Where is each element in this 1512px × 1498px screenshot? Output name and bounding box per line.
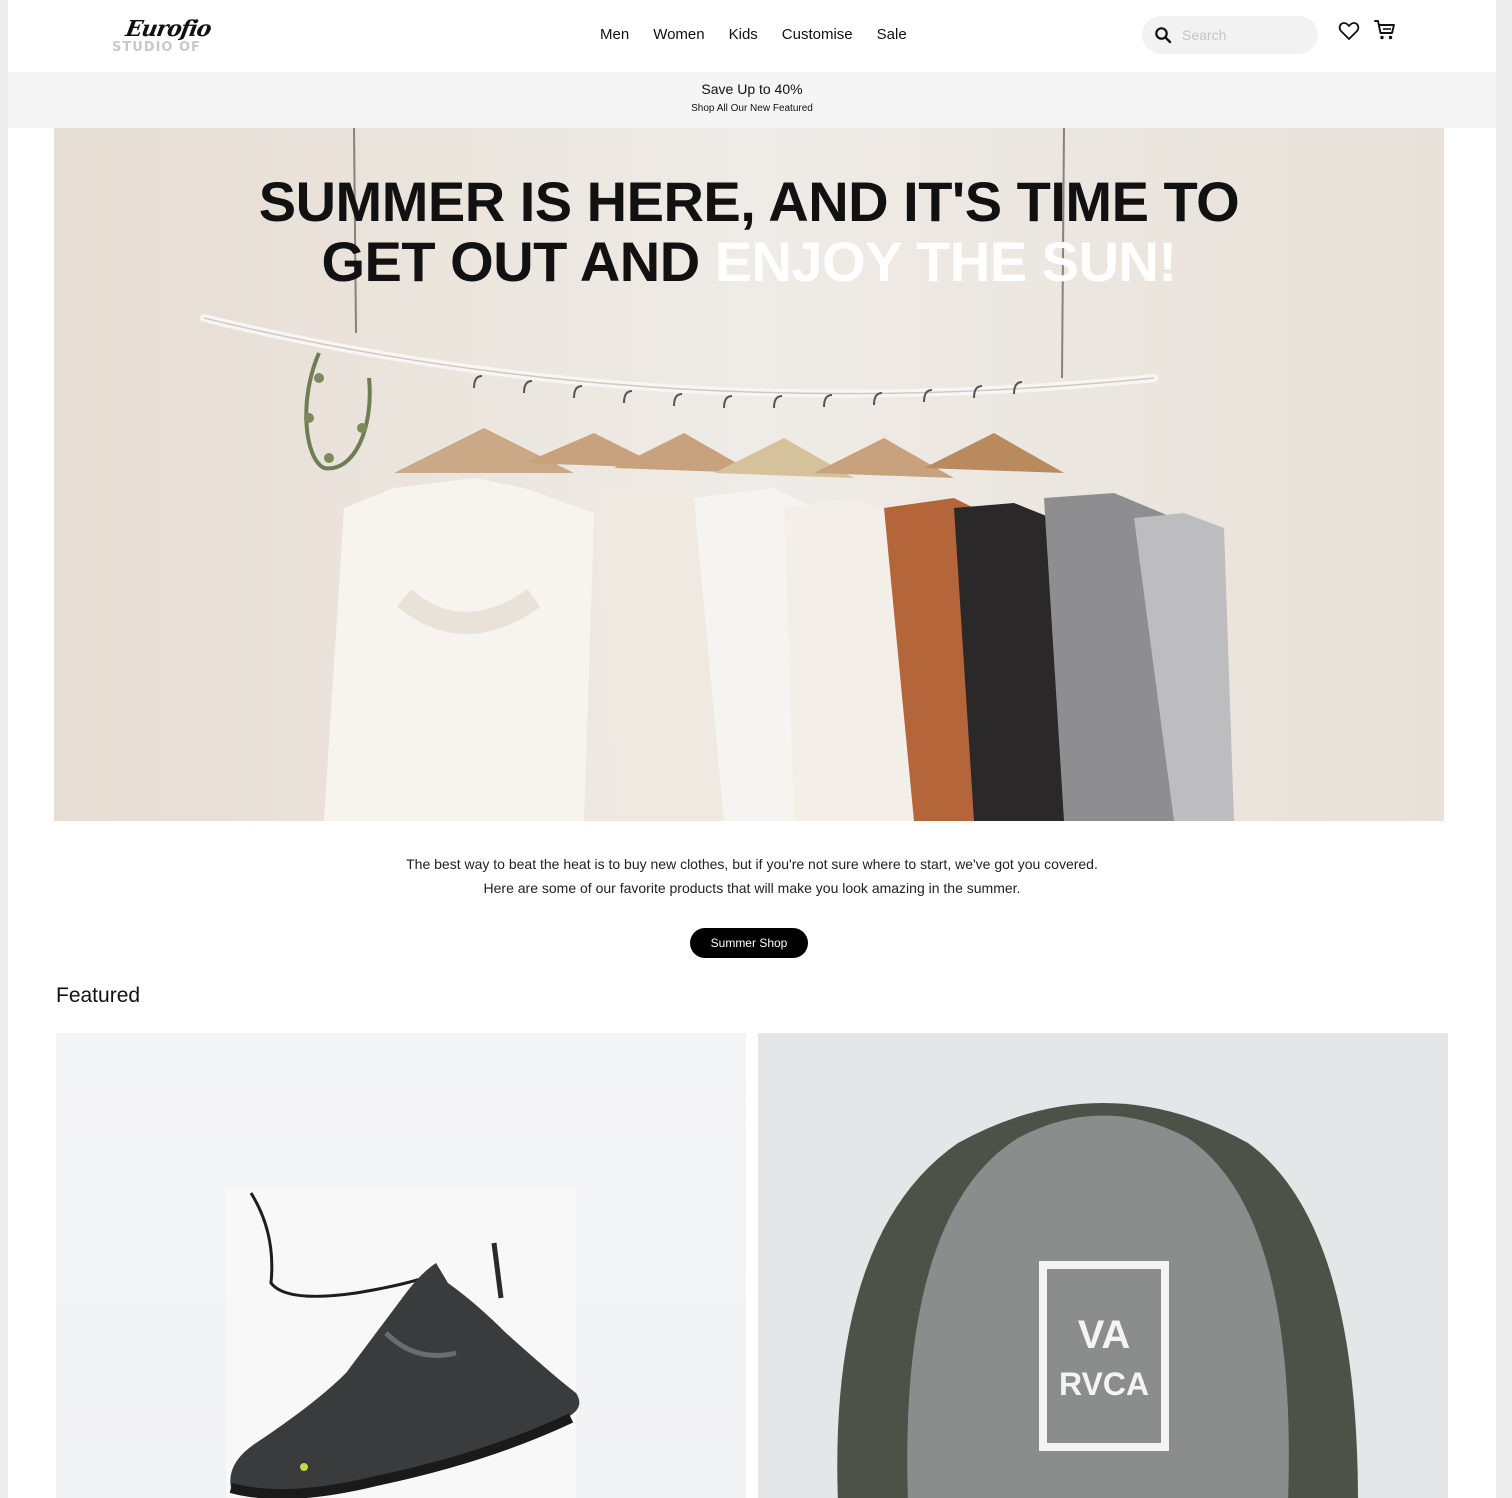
nav-sale[interactable]: Sale bbox=[877, 26, 907, 46]
cart-icon[interactable] bbox=[1373, 18, 1397, 42]
logo-subtitle: STUDIO OF bbox=[112, 40, 201, 55]
page: Eurofio STUDIO OF Men Women Kids Customi… bbox=[8, 0, 1496, 1498]
featured-card-cap[interactable]: VA RVCA bbox=[758, 1033, 1448, 1498]
promo-title: Save Up to 40% bbox=[701, 81, 803, 97]
cap-logo-bottom: RVCA bbox=[1059, 1366, 1149, 1402]
hero-headline-highlight: ENJOY THE SUN! bbox=[714, 230, 1177, 293]
promo-subtitle: Shop All Our New Featured bbox=[691, 103, 813, 114]
hero-headline-line1: SUMMER IS HERE, AND IT'S TIME TO bbox=[258, 170, 1240, 233]
cap-image: VA RVCA bbox=[837, 1103, 1358, 1498]
featured-heading: Featured bbox=[56, 984, 141, 1007]
heart-icon[interactable] bbox=[1338, 20, 1360, 42]
hero-banner: SUMMER IS HERE, AND IT'S TIME TO GET OUT… bbox=[54, 128, 1444, 821]
hero-headline-dark: GET OUT AND bbox=[321, 230, 715, 293]
intro-text: The best way to beat the heat is to buy … bbox=[8, 852, 1496, 900]
sneaker-image bbox=[226, 1188, 580, 1498]
logo-script: Eurofio bbox=[123, 16, 213, 42]
intro-line-1: The best way to beat the heat is to buy … bbox=[406, 856, 1098, 872]
logo[interactable]: Eurofio STUDIO OF bbox=[112, 14, 222, 58]
search-icon[interactable] bbox=[1154, 26, 1172, 44]
cap-logo-top: VA bbox=[1078, 1313, 1131, 1357]
intro-line-2: Here are some of our favorite products t… bbox=[483, 880, 1021, 896]
main-nav: Men Women Kids Customise Sale bbox=[600, 26, 907, 46]
summer-shop-button[interactable]: Summer Shop bbox=[690, 928, 808, 958]
featured-card-sneaker[interactable] bbox=[56, 1033, 746, 1498]
nav-customise[interactable]: Customise bbox=[782, 26, 853, 46]
nav-kids[interactable]: Kids bbox=[729, 26, 758, 46]
promo-banner[interactable]: Save Up to 40% Shop All Our New Featured bbox=[8, 72, 1496, 128]
search-input[interactable] bbox=[1182, 25, 1306, 45]
nav-men[interactable]: Men bbox=[600, 26, 629, 46]
search-box[interactable] bbox=[1142, 16, 1318, 54]
site-header: Eurofio STUDIO OF Men Women Kids Customi… bbox=[8, 0, 1496, 72]
hero-headline: SUMMER IS HERE, AND IT'S TIME TO GET OUT… bbox=[54, 172, 1444, 292]
nav-women[interactable]: Women bbox=[653, 26, 704, 46]
hero-headline-line2: GET OUT AND ENJOY THE SUN! bbox=[54, 232, 1444, 292]
